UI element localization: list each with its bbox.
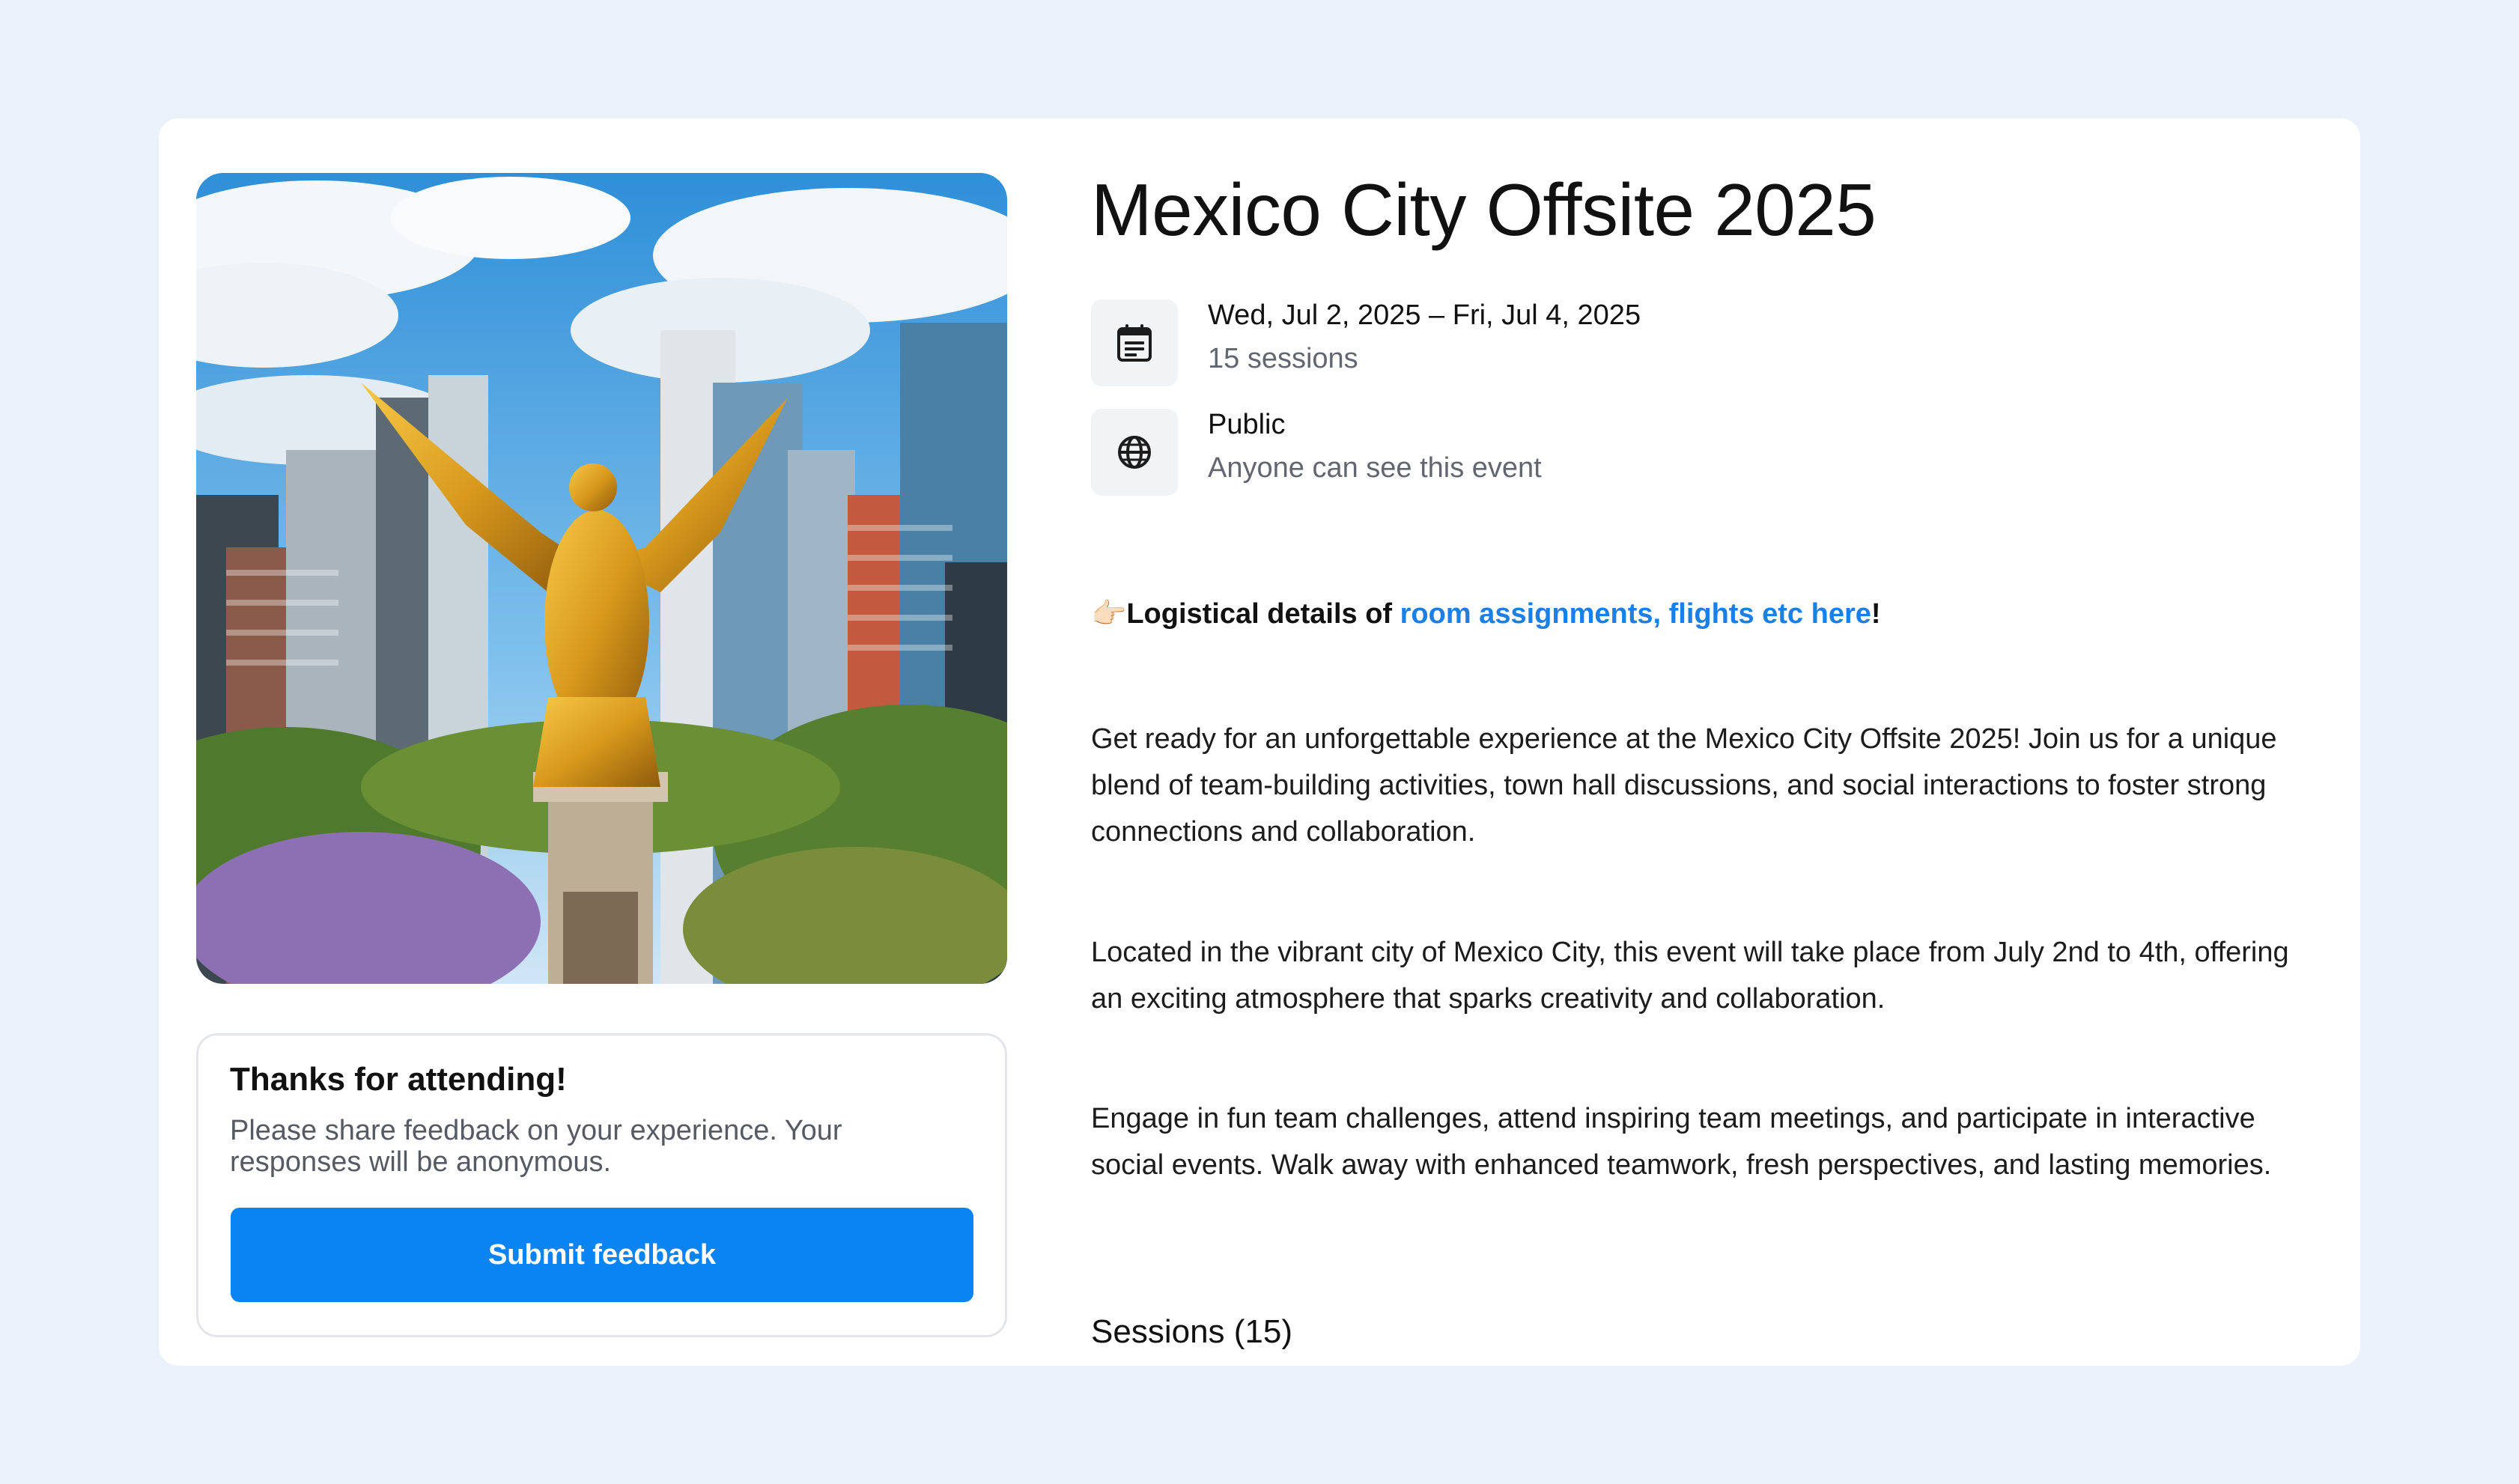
event-date-row: Wed, Jul 2, 2025 – Fri, Jul 4, 2025 15 s…	[1091, 299, 2214, 386]
calendar-icon	[1091, 299, 1178, 386]
feedback-card: Thanks for attending! Please share feedb…	[196, 1033, 1007, 1337]
globe-icon	[1091, 409, 1178, 496]
description-paragraph: Get ready for an unforgettable experienc…	[1091, 723, 2277, 848]
feedback-title: Thanks for attending!	[230, 1061, 567, 1098]
sessions-heading: Sessions (15)	[1091, 1313, 1293, 1350]
event-cover-image	[196, 173, 1007, 984]
event-date-range: Wed, Jul 2, 2025 – Fri, Jul 4, 2025	[1208, 299, 1641, 331]
description-paragraph: Located in the vibrant city of Mexico Ci…	[1091, 937, 2289, 1015]
event-visibility-row: Public Anyone can see this event	[1091, 409, 2214, 496]
submit-feedback-button[interactable]: Submit feedback	[231, 1208, 973, 1302]
logistics-prefix: Logistical details of	[1126, 598, 1400, 630]
logistics-suffix: !	[1871, 598, 1881, 630]
event-card: Thanks for attending! Please share feedb…	[159, 118, 2360, 1366]
event-sessions-count: 15 sessions	[1208, 343, 1358, 374]
event-visibility: Public	[1208, 409, 1286, 440]
description-paragraph: Engage in fun team challenges, attend in…	[1091, 1103, 2272, 1181]
logistics-link[interactable]: room assignments, flights etc here	[1400, 598, 1871, 630]
logistics-line: 👉🏻Logistical details of room assignments…	[1091, 597, 1881, 630]
event-visibility-description: Anyone can see this event	[1208, 452, 1542, 484]
feedback-description: Please share feedback on your experience…	[230, 1115, 842, 1178]
event-title: Mexico City Offsite 2025	[1091, 168, 1877, 251]
pointing-hand-icon: 👉🏻	[1091, 598, 1127, 630]
